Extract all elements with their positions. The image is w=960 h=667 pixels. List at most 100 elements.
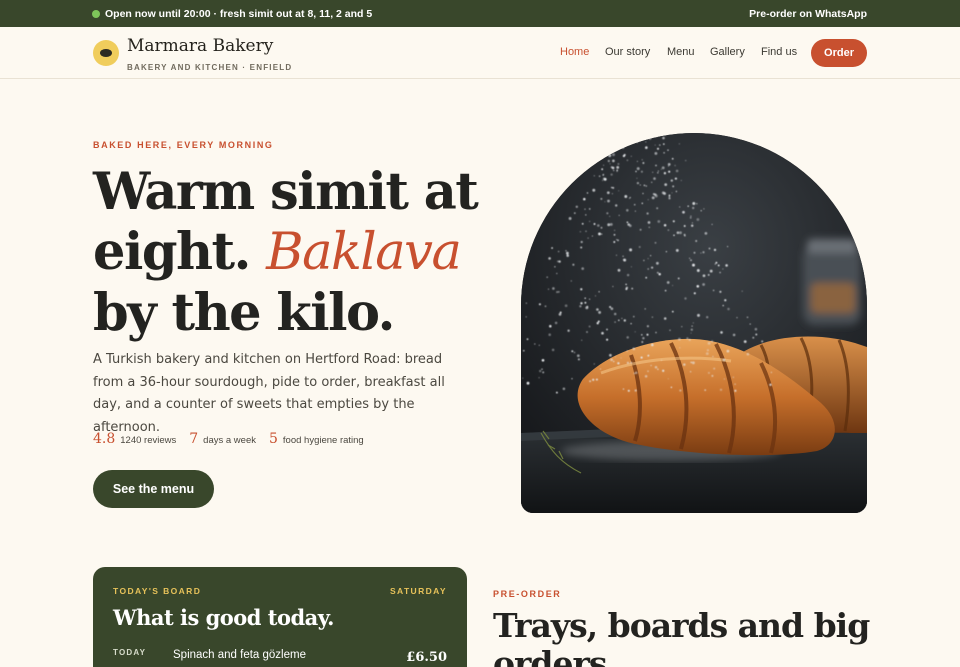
nav-our-story[interactable]: Our story	[605, 46, 650, 58]
sugar-particle	[720, 331, 723, 334]
sugar-particle	[600, 197, 603, 200]
sugar-particle	[585, 230, 587, 233]
sugar-particle	[581, 267, 585, 270]
whatsapp-preorder-link[interactable]: Pre-order on WhatsApp	[749, 8, 867, 20]
sugar-particle	[598, 291, 600, 293]
sugar-particle	[644, 308, 646, 310]
sugar-particle	[671, 310, 674, 313]
order-button[interactable]: Order	[811, 39, 867, 67]
sugar-particle	[638, 139, 641, 142]
sugar-particle	[690, 259, 692, 262]
sugar-particle	[642, 336, 645, 340]
sugar-particle	[677, 277, 680, 280]
see-menu-button[interactable]: See the menu	[93, 470, 214, 508]
sugar-particle	[634, 138, 636, 141]
sugar-particle	[634, 389, 637, 392]
sugar-particle	[653, 177, 656, 180]
sugar-particle	[655, 331, 657, 334]
sugar-particle	[616, 239, 618, 241]
sugar-particle	[697, 313, 700, 317]
sugar-particle	[623, 258, 627, 262]
sugar-particle	[752, 336, 755, 339]
sugar-particle	[704, 389, 707, 391]
sugar-particle	[601, 155, 604, 158]
sugar-particle	[592, 158, 595, 162]
sugar-particle	[688, 338, 691, 342]
sugar-particle	[629, 196, 631, 199]
sugar-particle	[551, 247, 554, 249]
hero-photo-illustration	[521, 133, 867, 513]
sugar-particle	[609, 215, 611, 217]
sugar-particle	[657, 220, 661, 223]
sugar-particle	[713, 367, 716, 370]
sugar-particle	[629, 248, 633, 252]
sugar-particle	[618, 214, 620, 216]
sugar-particle	[632, 347, 636, 351]
sugar-particle	[647, 221, 651, 224]
sugar-particle	[695, 240, 698, 242]
sugar-particle	[662, 369, 665, 372]
sugar-particle	[692, 322, 694, 324]
sugar-particle	[678, 143, 681, 145]
sugar-particle	[661, 166, 665, 170]
sugar-particle	[667, 163, 671, 166]
sugar-particle	[613, 240, 616, 244]
sugar-particle	[672, 185, 675, 188]
sugar-particle	[654, 144, 656, 146]
sugar-particle	[613, 233, 616, 236]
sugar-particle	[719, 388, 723, 391]
sugar-particle	[761, 340, 764, 343]
hero-lead: A Turkish bakery and kitchen on Hertford…	[93, 352, 445, 435]
nav-home[interactable]: Home	[560, 46, 589, 58]
nav-menu[interactable]: Menu	[667, 46, 695, 58]
sugar-particle	[647, 199, 649, 201]
sugar-particle	[675, 169, 679, 173]
sugar-particle	[642, 192, 644, 195]
sugar-particle	[645, 185, 648, 187]
sugar-particle	[613, 229, 616, 232]
sugar-particle	[658, 273, 661, 276]
sugar-particle	[657, 170, 659, 172]
sugar-particle	[587, 237, 589, 239]
sugar-particle	[618, 319, 620, 322]
sugar-particle	[634, 210, 636, 212]
stat-label: food hygiene rating	[282, 435, 364, 446]
sugar-particle	[526, 338, 529, 341]
sugar-particle	[601, 179, 604, 182]
nav-find-us[interactable]: Find us	[761, 46, 797, 58]
sugar-particle	[589, 380, 592, 383]
sugar-particle	[609, 222, 613, 226]
brand-name[interactable]: Marmara Bakery	[127, 36, 273, 56]
headline-part-2: by the kilo.	[93, 283, 395, 343]
sugar-particle	[769, 383, 772, 387]
sugar-particle	[674, 164, 676, 167]
sugar-particle	[612, 135, 616, 138]
sugar-particle	[613, 360, 615, 363]
sugar-particle	[607, 159, 610, 163]
sugar-particle	[564, 304, 568, 308]
sugar-particle	[613, 312, 617, 316]
sugar-particle	[584, 301, 587, 304]
sugar-particle	[597, 224, 600, 227]
sugar-particle	[598, 175, 601, 177]
sugar-particle	[634, 331, 636, 333]
sugar-particle	[650, 266, 654, 269]
sugar-particle	[690, 328, 693, 331]
sugar-particle	[596, 308, 599, 311]
sugar-particle	[719, 290, 722, 293]
sugar-particle	[683, 363, 686, 366]
stat-label: 1240 reviews	[120, 435, 177, 446]
sugar-particle	[541, 368, 543, 370]
background-jar	[803, 239, 861, 325]
nav-gallery[interactable]: Gallery	[710, 46, 745, 58]
sugar-particle	[609, 305, 612, 309]
simit-logo-icon[interactable]	[93, 40, 119, 66]
sugar-particle	[617, 163, 620, 165]
sugar-particle	[555, 391, 558, 394]
stat-days: 7 days a week	[189, 431, 256, 447]
sugar-particle	[548, 333, 551, 336]
sugar-particle	[670, 179, 673, 182]
sugar-particle	[526, 381, 530, 385]
board-title: What is good today.	[113, 605, 334, 630]
sugar-particle	[548, 257, 551, 260]
